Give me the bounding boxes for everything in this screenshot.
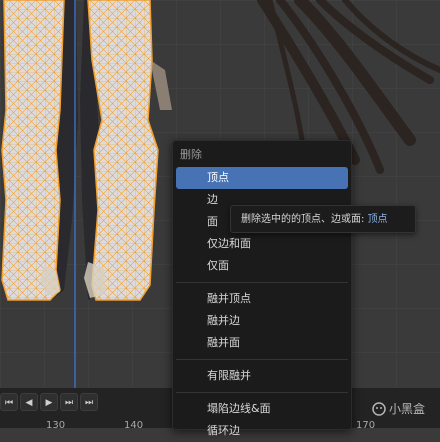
menu-item-only-faces[interactable]: 仅面	[176, 255, 348, 277]
watermark-logo-icon	[372, 401, 386, 416]
watermark-text: 小黑盒	[389, 402, 426, 416]
timeline-tick: 170	[356, 420, 376, 431]
right-leg-mesh	[87, 0, 159, 301]
timeline-tick: 130	[46, 420, 66, 431]
menu-item-only-edges-faces[interactable]: 仅边和面	[176, 233, 348, 255]
menu-title: 删除	[180, 148, 202, 161]
jump-end-icon[interactable]: ⏭	[80, 393, 98, 411]
menu-separator	[176, 392, 348, 393]
jump-start-icon[interactable]: ⏮	[0, 393, 18, 411]
delete-menu: 删除 顶点 边 面 仅边和面 仅面 融并顶点 融并边 融并面 有限融并 塌陷边线…	[172, 140, 352, 437]
left-leg-mesh	[1, 0, 65, 301]
menu-item-vertices[interactable]: 顶点	[176, 167, 348, 189]
tooltip-key: 顶点	[367, 214, 388, 225]
menu-item-limited-dissolve[interactable]: 有限融并	[176, 365, 348, 387]
tooltip: 删除选中的的顶点、边或面: 顶点	[230, 205, 416, 233]
menu-separator	[176, 282, 348, 283]
playback-controls: ⏮ ◀ ▶ ⏭ ⏭	[0, 393, 98, 413]
timeline-tick: 140	[124, 420, 144, 431]
menu-item-dissolve-edges[interactable]: 融并边	[176, 310, 348, 332]
next-keyframe-icon[interactable]: ⏭	[60, 393, 78, 411]
menu-item-collapse-edges-faces[interactable]: 塌陷边线&面	[176, 398, 348, 420]
menu-item-edge-loops[interactable]: 循环边	[176, 420, 348, 442]
play-icon[interactable]: ▶	[40, 393, 58, 411]
menu-item-dissolve-faces[interactable]: 融并面	[176, 332, 348, 354]
watermark: 小黑盒	[372, 400, 425, 417]
play-reverse-icon[interactable]: ◀	[20, 393, 38, 411]
menu-item-dissolve-vertices[interactable]: 融并顶点	[176, 288, 348, 310]
menu-separator	[176, 359, 348, 360]
tooltip-text: 删除选中的的顶点、边或面:	[241, 214, 368, 225]
